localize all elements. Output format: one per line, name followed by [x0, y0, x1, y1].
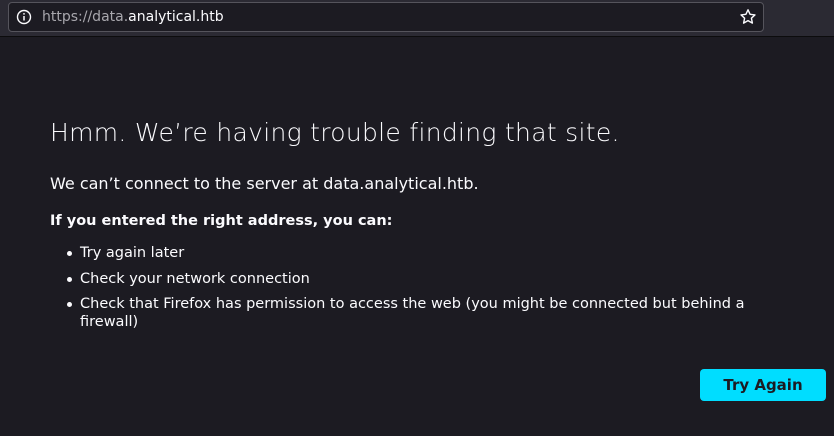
info-icon[interactable] — [16, 9, 32, 25]
list-item: Try again later — [50, 244, 790, 262]
bullet-icon — [67, 302, 72, 307]
url-bar[interactable]: https://data.analytical.htb — [8, 2, 764, 32]
error-description: We can’t connect to the server at data.a… — [50, 174, 479, 193]
try-again-button[interactable]: Try Again — [700, 369, 826, 401]
list-item: Check your network connection — [50, 270, 790, 288]
suggestion-text: Check that Firefox has permission to acc… — [80, 296, 745, 330]
browser-toolbar: https://data.analytical.htb — [0, 0, 834, 37]
list-item: Check that Firefox has permission to acc… — [50, 295, 790, 331]
star-icon[interactable] — [739, 8, 757, 26]
url-prefix: https://data. — [42, 9, 129, 25]
suggestion-list: Try again later Check your network conne… — [50, 244, 790, 339]
error-title: Hmm. We’re having trouble finding that s… — [50, 118, 620, 147]
suggestion-text: Try again later — [80, 245, 185, 261]
url-host: analytical.htb — [128, 9, 224, 25]
url-text[interactable]: https://data.analytical.htb — [42, 9, 224, 26]
bullet-icon — [67, 276, 72, 282]
bullet-icon — [67, 251, 72, 256]
suggestion-text: Check your network connection — [80, 270, 310, 287]
suggestion-heading: If you entered the right address, you ca… — [50, 213, 393, 229]
